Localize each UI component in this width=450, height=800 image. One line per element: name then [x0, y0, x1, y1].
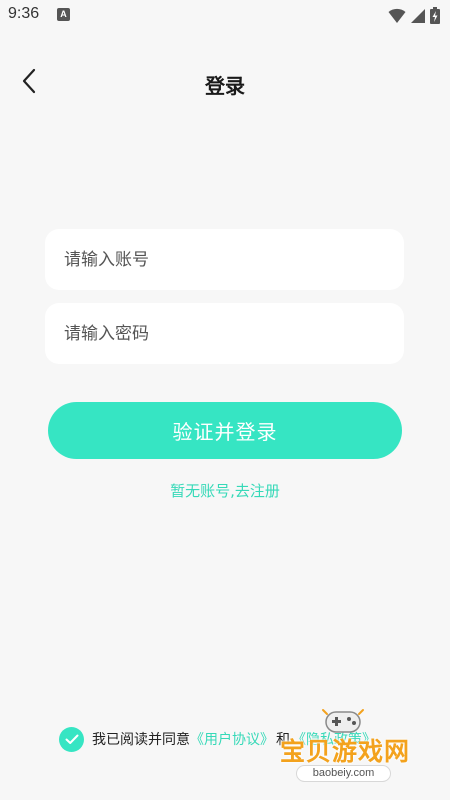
watermark: 宝贝游戏网 baobeiy.com: [272, 702, 422, 792]
signal-icon: [410, 8, 426, 28]
account-field[interactable]: [45, 229, 404, 290]
watermark-site: baobeiy.com: [296, 765, 391, 782]
wifi-icon: [388, 8, 406, 28]
battery-charging-icon: [430, 7, 440, 28]
password-field[interactable]: [45, 303, 404, 364]
account-input[interactable]: [45, 229, 404, 290]
notification-icon: A: [57, 8, 70, 21]
status-time: 9:36: [8, 5, 40, 22]
page-title: 登录: [205, 74, 245, 98]
user-agreement-link[interactable]: 《用户协议》: [190, 729, 274, 749]
check-icon: [65, 730, 79, 749]
status-icons: [388, 7, 440, 28]
watermark-title: 宝贝游戏网: [280, 737, 411, 766]
status-bar: 9:36 A: [0, 0, 450, 32]
password-input[interactable]: [45, 303, 404, 364]
register-link[interactable]: 暂无账号,去注册: [0, 480, 450, 501]
login-screen: 9:36 A 登录 验证并登录 暂无账号,去注册: [0, 0, 450, 800]
agreement-prefix: 我已阅读并同意: [92, 732, 190, 748]
login-button[interactable]: 验证并登录: [48, 402, 402, 459]
agree-checkbox[interactable]: [59, 726, 84, 752]
